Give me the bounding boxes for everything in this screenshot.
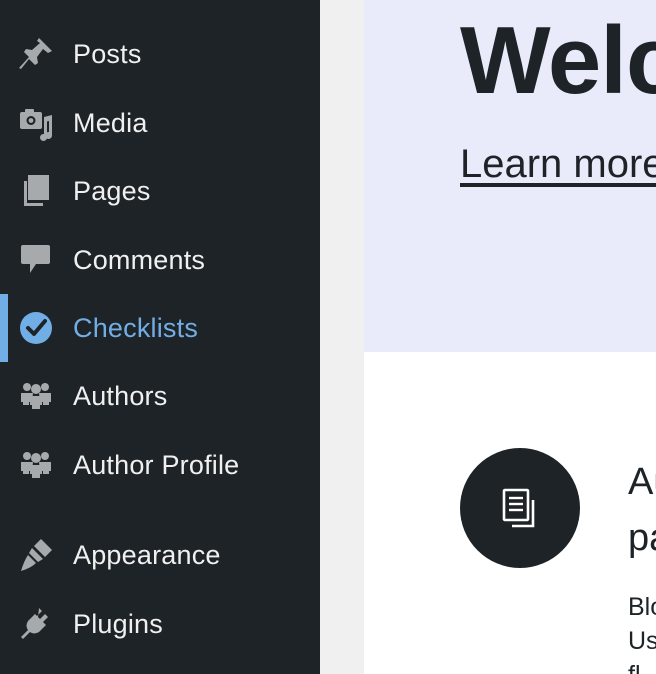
sidebar-item-label: Appearance: [73, 539, 221, 570]
sidebar-item-appearance[interactable]: Appearance: [0, 521, 320, 589]
content-gutter: [320, 0, 364, 674]
card-text-line: Us: [628, 627, 656, 655]
main-content: Welc Learn more Au pa Blo Us fl: [364, 0, 656, 674]
card-title-line: pa: [628, 517, 656, 559]
sidebar-item-media[interactable]: Media: [0, 89, 320, 157]
groups-icon: [16, 445, 56, 485]
sidebar-item-label: Checklists: [73, 312, 199, 343]
sidebar-item-label: Plugins: [73, 608, 163, 639]
comment-icon: [16, 240, 56, 280]
pushpin-icon: [16, 34, 56, 74]
card-description: Blo Us fl: [628, 590, 656, 674]
sidebar-item-checklists[interactable]: Checklists: [0, 294, 320, 362]
paintbrush-icon: [16, 535, 56, 575]
card-title-line: Au: [628, 461, 656, 503]
sidebar-item-posts[interactable]: Posts: [0, 20, 320, 88]
pages-icon: [16, 171, 56, 211]
sidebar-item-comments[interactable]: Comments: [0, 226, 320, 294]
welcome-banner: Welc Learn more: [364, 0, 656, 352]
sidebar-item-label: Media: [73, 107, 148, 138]
sidebar-item-pages[interactable]: Pages: [0, 157, 320, 225]
card-text-line: fl: [628, 658, 656, 674]
plug-icon: [16, 604, 56, 644]
sidebar-item-label: Posts: [73, 38, 142, 69]
sidebar-item-label: Pages: [73, 175, 151, 206]
admin-sidebar: Posts Media Pages Comments Checklists Au…: [0, 0, 320, 674]
document-icon: [460, 448, 580, 568]
sidebar-item-label: Authors: [73, 380, 168, 411]
card-text-line: Blo: [628, 593, 656, 621]
sidebar-item-label: Comments: [73, 244, 206, 275]
card-title: Au pa: [628, 454, 656, 566]
sidebar-item-plugins[interactable]: Plugins: [0, 590, 320, 658]
groups-icon: [16, 376, 56, 416]
sidebar-item-authors[interactable]: Authors: [0, 362, 320, 430]
sidebar-item-author-profile[interactable]: Author Profile: [0, 431, 320, 499]
media-icon: [16, 103, 56, 143]
checkmark-circle-icon: [16, 308, 56, 348]
learn-more-link[interactable]: Learn more: [460, 142, 656, 187]
sidebar-item-label: Author Profile: [73, 449, 240, 480]
welcome-title: Welc: [460, 7, 656, 114]
